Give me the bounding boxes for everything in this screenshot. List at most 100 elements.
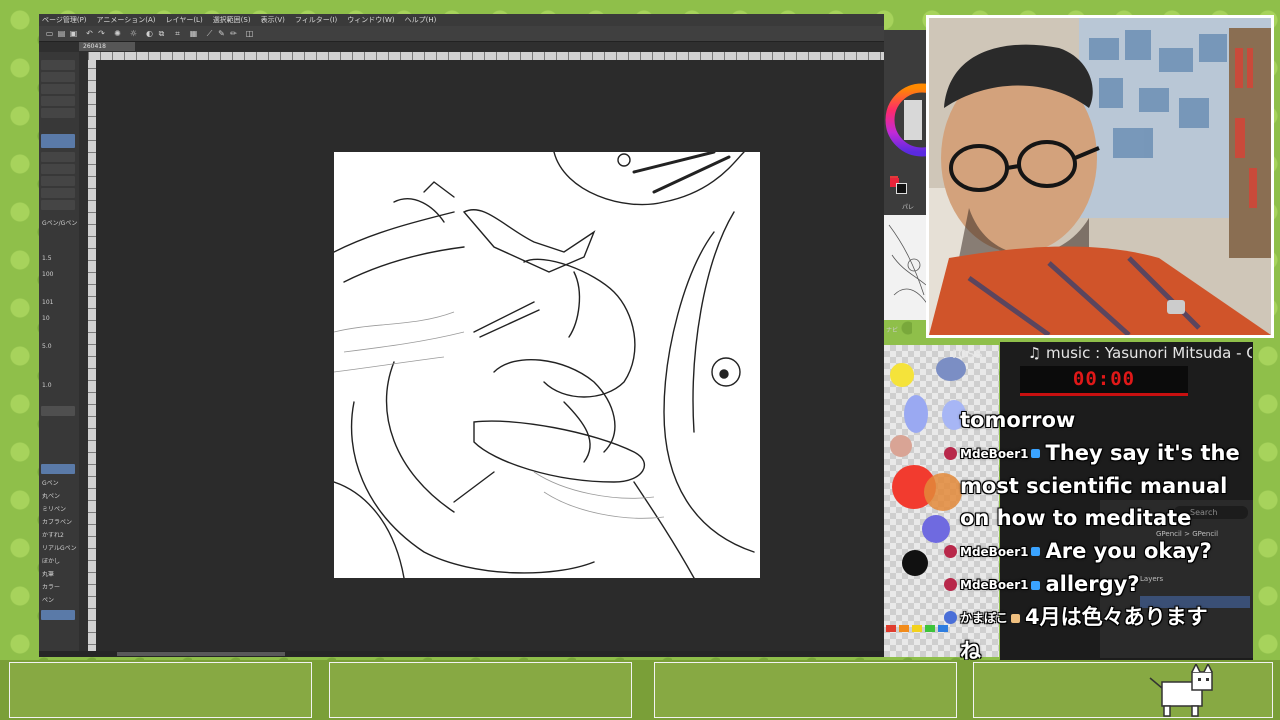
ink-value[interactable]: 5.0 (42, 343, 78, 351)
redo-icon[interactable]: ↷ (97, 29, 106, 38)
brush-density-value[interactable]: 101 (42, 299, 78, 307)
tool-move[interactable] (41, 60, 75, 70)
stabilizer-value[interactable]: 10 (42, 315, 78, 323)
brush-icon[interactable]: ✏ (229, 29, 238, 38)
palette-skin[interactable] (890, 435, 912, 457)
menu-page[interactable]: ページ管理(P) (42, 14, 87, 26)
new-file-icon[interactable]: ▭ (45, 29, 54, 38)
tool-text[interactable] (41, 188, 75, 198)
grid-icon[interactable]: ▦ (189, 29, 198, 38)
menu-layer[interactable]: レイヤー(L) (166, 14, 203, 26)
chat-message-text: most scientific manual (960, 473, 1228, 498)
menu-selection[interactable]: 選択範囲(S) (213, 14, 251, 26)
menu-help[interactable]: ヘルプ(H) (405, 14, 437, 26)
palette-violet[interactable] (922, 515, 950, 543)
open-folder-icon[interactable]: ▤ (57, 29, 66, 38)
navigator-panel[interactable] (884, 215, 929, 320)
chat-message-text: They say it's the (1045, 440, 1240, 465)
chat-overlay: tomorrow MdeBoer1 They say it's the most … (944, 404, 1250, 667)
subtool-selected[interactable] (41, 464, 75, 474)
tool-property-panel: Gペン/Gペン 1.5 100 101 10 5.0 1.0 Gペン 丸ペン ミ… (39, 52, 79, 657)
tool-gradient[interactable] (41, 176, 75, 186)
swatch-red[interactable] (886, 625, 896, 632)
document-tab-label: 260418 (83, 43, 106, 50)
subtool-blur[interactable]: ぼかし (42, 558, 78, 566)
chat-message-text: tomorrow (960, 408, 1076, 432)
subtool-marupen[interactable]: 丸ペン (42, 493, 78, 501)
menu-filter[interactable]: フィルター(I) (295, 14, 337, 26)
layer-icon[interactable]: ◫ (245, 29, 254, 38)
palette-orange[interactable] (924, 473, 962, 511)
sub-badge-icon (1031, 547, 1041, 557)
palette-tab-label[interactable]: パレ (902, 202, 914, 211)
paint-app-window: ページ管理(P) アニメーション(A) レイヤー(L) 選択範囲(S) 表示(V… (39, 14, 884, 657)
brush-size-value[interactable]: 1.5 (42, 255, 78, 263)
chat-message: かまぼこ 4月は色々あります (944, 601, 1250, 634)
chat-message: MdeBoer1 allergy? (944, 568, 1250, 601)
brush-opacity-value[interactable]: 100 (42, 271, 78, 279)
tool-lasso[interactable] (41, 84, 75, 94)
tool-select[interactable] (41, 72, 75, 82)
menu-view[interactable]: 表示(V) (261, 14, 285, 26)
save-icon[interactable]: ▣ (69, 29, 78, 38)
slider-row[interactable] (41, 406, 75, 416)
webcam-image (929, 18, 1271, 335)
horizontal-scrollbar[interactable] (39, 651, 884, 657)
horizontal-ruler (88, 52, 884, 60)
subtool-real-gpen[interactable]: リアルGペン (42, 545, 78, 553)
transform-icon[interactable]: ⧉ (157, 29, 166, 38)
pen-icon[interactable]: ✎ (217, 29, 226, 38)
settings-icon[interactable]: ✺ (113, 29, 122, 38)
spacing-value[interactable]: 1.0 (42, 382, 78, 390)
now-playing-text: ♫ music : Yasunori Mitsuda - C (1027, 344, 1252, 362)
subtool-color[interactable]: カラー (42, 584, 78, 592)
tool-eyedropper[interactable] (41, 96, 75, 106)
palette-periwinkle[interactable] (904, 395, 928, 433)
chat-message-text: 4月は色々あります (1025, 605, 1208, 630)
tool-figure[interactable] (41, 200, 75, 210)
subtool-base[interactable] (41, 610, 75, 620)
bottom-frame-1 (9, 662, 312, 718)
fill-icon[interactable]: ◐ (145, 29, 154, 38)
swatch-blue[interactable] (938, 625, 948, 632)
chat-message: on how to meditate (960, 502, 1250, 535)
chat-message-text: ね (960, 638, 981, 663)
subtool-pen[interactable]: ペン (42, 597, 78, 605)
canvas-workspace[interactable] (96, 60, 884, 657)
chat-message-text: Are you okay? (1045, 538, 1212, 563)
brightness-icon[interactable]: ☼ (129, 29, 138, 38)
sub-badge-icon (1031, 449, 1041, 458)
menu-animation[interactable]: アニメーション(A) (97, 14, 156, 26)
tool-pen[interactable] (41, 108, 75, 118)
sub-badge-icon (1031, 580, 1041, 590)
swatch-orange[interactable] (899, 625, 909, 632)
user-avatar-icon (944, 578, 957, 591)
subtool-kaburapen[interactable]: カブラペン (42, 519, 78, 527)
drawing-canvas[interactable] (334, 152, 760, 578)
palette-black[interactable] (902, 550, 928, 576)
swatch-yellow[interactable] (912, 625, 922, 632)
document-tab[interactable]: 260418 (79, 42, 135, 51)
tool-fill[interactable] (41, 164, 75, 174)
color-wheel-icon[interactable] (884, 30, 959, 180)
tool-brush-selected[interactable] (41, 134, 75, 148)
crop-icon[interactable]: ⌗ (173, 29, 182, 38)
brush-name: Gペン/Gペン (42, 220, 78, 227)
webcam-feed (926, 15, 1274, 338)
timer-progress-bar (1020, 393, 1188, 396)
now-playing-bar: ross ♫ music : Yasunori Mitsuda - C (952, 343, 1252, 363)
sub-color-swatch[interactable] (896, 183, 907, 194)
swatch-green[interactable] (925, 625, 935, 632)
chat-message: tomorrow (960, 404, 1250, 437)
undo-icon[interactable]: ↶ (85, 29, 94, 38)
chat-username: MdeBoer1 (960, 446, 1029, 461)
scrollbar-thumb[interactable] (117, 652, 285, 656)
subtool-millipen[interactable]: ミリペン (42, 506, 78, 514)
ruler-icon[interactable]: ⟋ (205, 29, 214, 38)
subtool-kasure[interactable]: かすれ2 (42, 532, 78, 540)
subtool-round-brush[interactable]: 丸筆 (42, 571, 78, 579)
tool-eraser[interactable] (41, 152, 75, 162)
menu-window[interactable]: ウィンドウ(W) (347, 14, 394, 26)
subtool-gpen[interactable]: Gペン (42, 480, 78, 488)
palette-yellow[interactable] (890, 363, 914, 387)
